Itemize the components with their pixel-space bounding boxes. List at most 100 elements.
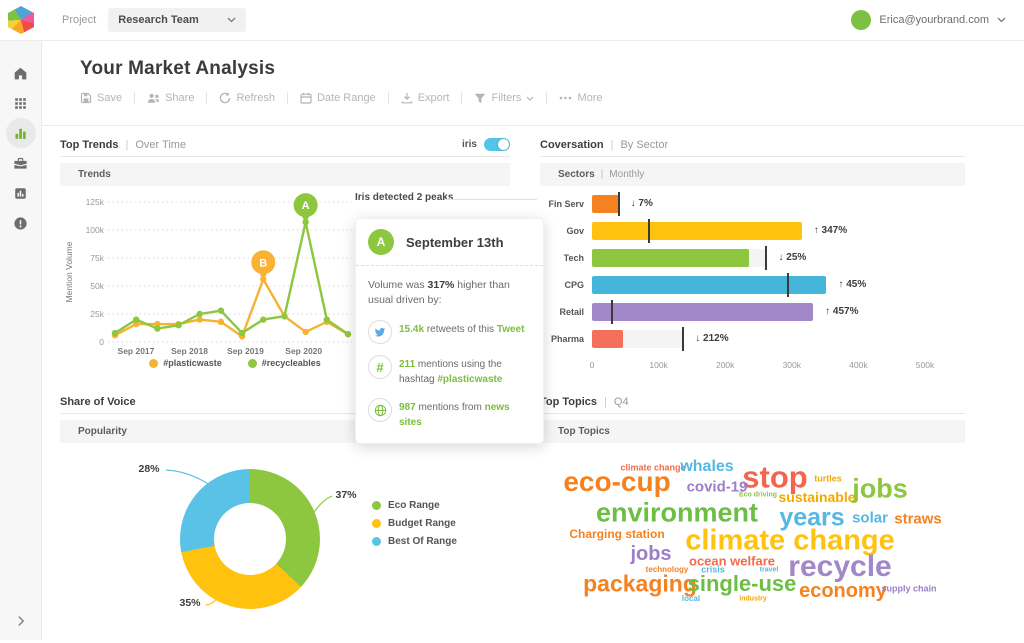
app-logo[interactable] [0, 6, 42, 34]
toggle-switch[interactable] [484, 138, 510, 151]
sidebar-item-analytics[interactable] [6, 118, 36, 148]
change-badge: ↑ 45% [838, 276, 866, 294]
toolbar-button-label: Refresh [236, 92, 275, 104]
data-point[interactable] [218, 319, 224, 325]
cloud-word[interactable]: eco-cup [563, 468, 670, 496]
cloud-word[interactable]: whales [680, 459, 733, 475]
toolbar-button-export[interactable]: Export [388, 92, 462, 104]
trends-legend: #plasticwaste#recycleables [70, 358, 400, 368]
cloud-word[interactable]: local [682, 595, 700, 603]
project-select[interactable]: Research Team [108, 8, 246, 32]
toolbar-button-more[interactable]: More [546, 92, 614, 104]
sidebar-item-alerts[interactable] [6, 208, 36, 238]
data-point[interactable] [260, 316, 266, 322]
green-link[interactable]: 211 [399, 359, 415, 370]
cloud-word[interactable]: single-use [688, 573, 797, 595]
sidebar-item-reports[interactable] [6, 178, 36, 208]
x-tick-label: Sep 2017 [118, 346, 155, 356]
globe-icon-circle [368, 398, 392, 422]
chevron-down-icon [997, 17, 1006, 23]
iris-toggle[interactable]: iris [462, 138, 510, 151]
data-point[interactable] [324, 316, 330, 322]
toolbar-button-share[interactable]: Share [134, 92, 206, 104]
project-label: Project [62, 14, 96, 26]
home-icon [13, 66, 28, 81]
export-icon [401, 92, 413, 104]
save-icon [80, 92, 92, 104]
data-point[interactable] [239, 330, 245, 336]
cloud-word[interactable]: recycle [788, 552, 891, 582]
cloud-word[interactable]: industry [739, 596, 767, 603]
peak-a-badge: A [368, 229, 394, 255]
peak-marker-A[interactable]: A [294, 193, 318, 224]
toolbar-button-save[interactable]: Save [80, 92, 134, 104]
section-label: Trends [78, 169, 111, 180]
peak-marker-B[interactable]: B [251, 250, 275, 281]
legend-dot-icon [372, 519, 381, 528]
sidebar-expand-button[interactable] [0, 614, 42, 628]
alert-icon [13, 216, 28, 231]
data-point[interactable] [197, 316, 203, 322]
peak-driver-list: 15.4k retweets of this Tweet#211 mention… [368, 320, 531, 430]
sector-bar[interactable] [592, 195, 619, 213]
data-point[interactable] [133, 316, 139, 322]
peak-summary: Volume was 317% higher than usual driven… [368, 278, 531, 308]
iris-peak-card: A September 13th Volume was 317% higher … [355, 218, 544, 444]
cloud-word[interactable]: jobs [852, 476, 908, 503]
data-point[interactable] [175, 322, 181, 328]
twitter-icon-circle [368, 320, 392, 344]
data-point[interactable] [302, 329, 308, 335]
legend-dot-icon [149, 359, 158, 368]
cloud-word[interactable]: stop [742, 462, 807, 493]
cloud-word[interactable]: solar [852, 511, 888, 526]
cloud-word[interactable]: jobs [630, 544, 671, 564]
y-tick-label: 100k [86, 225, 105, 235]
green-link[interactable]: #plasticwaste [437, 374, 502, 385]
cloud-word[interactable]: Charging station [569, 528, 664, 540]
panel-title: Coversation [540, 139, 604, 151]
cloud-word[interactable]: economy [799, 581, 887, 601]
legend-dot-icon [372, 537, 381, 546]
panel-title: Top Topics [540, 396, 597, 408]
sector-bar[interactable] [592, 330, 623, 348]
sidebar-item-home[interactable] [6, 58, 36, 88]
separator: | [125, 139, 128, 151]
data-point[interactable] [218, 307, 224, 313]
driver-text: 15.4k retweets of this Tweet [399, 320, 524, 338]
section-label: Top Topics [558, 426, 610, 437]
cloud-word[interactable]: turtles [814, 475, 842, 484]
iris-card-body: Volume was 317% higher than usual driven… [356, 266, 543, 443]
cloud-word[interactable]: packaging [583, 573, 697, 596]
user-menu[interactable]: Erica@yourbrand.com [851, 10, 1006, 30]
sidebar-item-projects[interactable] [6, 148, 36, 178]
sector-bar[interactable] [592, 249, 749, 267]
chevron-down-icon [227, 17, 236, 23]
logo-hexagon-icon [8, 6, 34, 34]
data-point[interactable] [345, 331, 351, 337]
green-link[interactable]: 15.4k [399, 324, 424, 335]
filter-funnel-icon [474, 93, 486, 104]
green-link[interactable]: Tweet [497, 324, 525, 335]
toolbar-button-date-range[interactable]: Date Range [287, 92, 388, 104]
data-point[interactable] [281, 313, 287, 319]
green-link[interactable]: 987 [399, 402, 416, 413]
toolbar-button-refresh[interactable]: Refresh [206, 92, 287, 104]
x-tick-label: Sep 2020 [285, 346, 322, 356]
sidebar [0, 40, 42, 640]
cloud-word[interactable]: environment [596, 500, 758, 527]
cloud-word[interactable]: sustainable [778, 490, 855, 504]
legend-label: #recycleables [262, 358, 321, 368]
donut-pct-label: 28% [138, 463, 159, 475]
change-badge: ↑ 457% [825, 303, 858, 321]
data-point[interactable] [197, 311, 203, 317]
cloud-word[interactable]: straws [894, 512, 942, 527]
cloud-word[interactable]: supply chain [881, 585, 936, 594]
sidebar-item-apps[interactable] [6, 88, 36, 118]
sector-bar[interactable] [592, 303, 813, 321]
data-point[interactable] [112, 330, 118, 336]
share-of-voice-donut: 37%35%28%Eco RangeBudget RangeBest Of Ra… [60, 443, 510, 643]
data-point[interactable] [154, 325, 160, 331]
sector-bar[interactable] [592, 222, 802, 240]
sector-bar[interactable] [592, 276, 826, 294]
toolbar-button-filters[interactable]: Filters [461, 92, 546, 104]
